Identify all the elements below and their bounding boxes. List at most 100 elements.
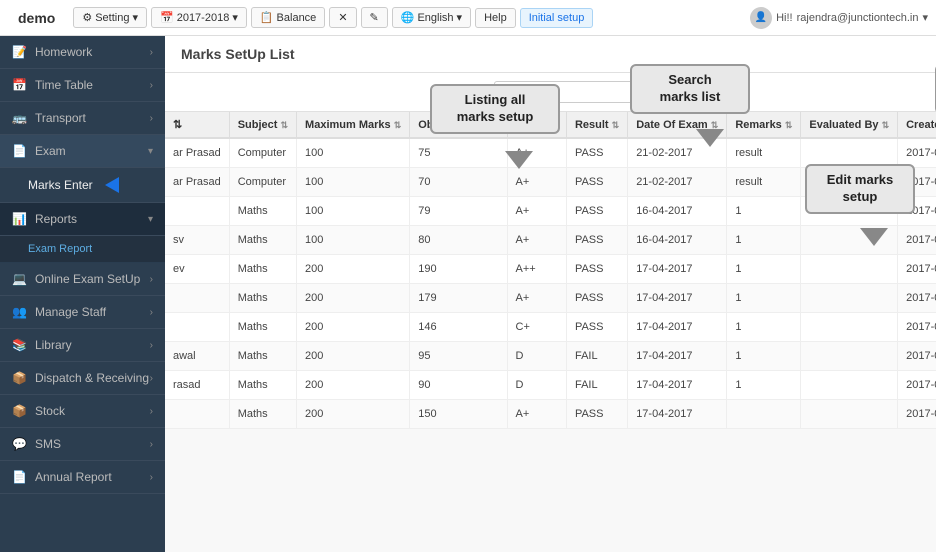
- table-cell: [801, 400, 898, 429]
- sidebar-item-exam[interactable]: 📄Exam ▾: [0, 135, 165, 168]
- table-cell: sv: [165, 226, 229, 255]
- page-header: Marks SetUp List: [165, 36, 936, 73]
- sidebar-item-transport[interactable]: 🚌Transport ›: [0, 102, 165, 135]
- search-input[interactable]: [494, 81, 654, 103]
- table-cell: [801, 284, 898, 313]
- table-header-row: ⇅ Subject ⇅ Maximum Marks ⇅ Obtain Marks…: [165, 112, 936, 138]
- sidebar-item-exam-report[interactable]: Exam Report: [0, 236, 165, 263]
- initial-setup-button[interactable]: Initial setup: [520, 8, 594, 28]
- setting-button[interactable]: ⚙ Setting ▾: [73, 7, 147, 28]
- table-row: Maths200150A+PASS17-04-20172017-04-17 09…: [165, 400, 936, 429]
- sidebar-item-homework[interactable]: 📝Homework ›: [0, 36, 165, 69]
- table-cell: A+: [507, 226, 566, 255]
- table-row: rasadMaths20090DFAIL17-04-201712017-04-1…: [165, 371, 936, 400]
- table-cell: PASS: [566, 138, 627, 168]
- balance-icon: 📋: [260, 11, 274, 24]
- table-cell: D: [507, 342, 566, 371]
- help-button[interactable]: Help: [475, 8, 516, 28]
- search-bar: Search:: [165, 73, 936, 112]
- table-row: evMaths200190A++PASS17-04-201712017-04-1…: [165, 255, 936, 284]
- table-cell: Maths: [229, 371, 296, 400]
- col-date[interactable]: Date Of Exam ⇅: [628, 112, 727, 138]
- table-cell: 2017-02-21 13:56:23: [898, 168, 936, 197]
- table-cell: 2017-04-17 09:23:17: [898, 255, 936, 284]
- col-grade[interactable]: Grade ⇅: [507, 112, 566, 138]
- table-cell: 200: [297, 371, 410, 400]
- table-row: svMaths10080A+PASS16-04-201712017-04-16 …: [165, 226, 936, 255]
- sidebar-item-library[interactable]: 📚Library ›: [0, 329, 165, 362]
- table-cell: 2017-04-16 07:28:30: [898, 226, 936, 255]
- table-cell: [165, 284, 229, 313]
- table-cell: 146: [410, 313, 507, 342]
- table-cell: 2017-04-17 09:25:35: [898, 400, 936, 429]
- chevron-icon: ›: [150, 373, 153, 384]
- brand-label: demo: [8, 10, 65, 26]
- sidebar-sub-reports: Exam Report: [0, 236, 165, 263]
- table-cell: 100: [297, 226, 410, 255]
- homework-icon: 📝: [12, 45, 27, 59]
- col-max-marks[interactable]: Maximum Marks ⇅: [297, 112, 410, 138]
- table-cell: 150: [410, 400, 507, 429]
- table-cell: 200: [297, 255, 410, 284]
- table-cell: [165, 197, 229, 226]
- sidebar-item-manage-staff[interactable]: 👥Manage Staff ›: [0, 296, 165, 329]
- table-cell: PASS: [566, 284, 627, 313]
- col-obtain-marks[interactable]: Obtain Marks ⇅: [410, 112, 507, 138]
- sidebar-item-stock[interactable]: 📦Stock ›: [0, 395, 165, 428]
- table-cell: 100: [297, 138, 410, 168]
- sidebar-item-marks-enter[interactable]: Marks Enter: [0, 168, 165, 203]
- table-cell: Maths: [229, 197, 296, 226]
- table-cell: [165, 313, 229, 342]
- table-cell: Maths: [229, 255, 296, 284]
- table-cell: 17-04-2017: [628, 284, 727, 313]
- close-button[interactable]: ✕: [329, 7, 356, 28]
- table-row: ar PrasadComputer10070A+PASS21-02-2017re…: [165, 168, 936, 197]
- table-cell: Maths: [229, 400, 296, 429]
- table-cell: PASS: [566, 197, 627, 226]
- table-cell: FAIL: [566, 342, 627, 371]
- table-cell: PASS: [566, 255, 627, 284]
- chevron-icon: ▾: [148, 214, 153, 225]
- col-created[interactable]: Created On ⇅: [898, 112, 936, 138]
- sidebar-item-sms[interactable]: 💬SMS ›: [0, 428, 165, 461]
- table-cell: 70: [410, 168, 507, 197]
- table-cell: Maths: [229, 226, 296, 255]
- col-evaluated[interactable]: Evaluated By ⇅: [801, 112, 898, 138]
- table-cell: [801, 197, 898, 226]
- reports-label: Reports: [35, 212, 77, 226]
- table-cell: ar Prasad: [165, 168, 229, 197]
- col-result[interactable]: Result ⇅: [566, 112, 627, 138]
- chevron-down-icon: ▾: [132, 11, 138, 24]
- sidebar-item-online-exam[interactable]: 💻Online Exam SetUp ›: [0, 263, 165, 296]
- language-button[interactable]: 🌐 English ▾: [392, 7, 471, 28]
- table-cell: A+: [507, 138, 566, 168]
- marks-enter-label: Marks Enter: [28, 178, 93, 192]
- table-cell: ev: [165, 255, 229, 284]
- table-cell: 100: [297, 168, 410, 197]
- sidebar-item-dispatch[interactable]: 📦Dispatch & Receiving ›: [0, 362, 165, 395]
- reports-icon: 📊: [12, 212, 27, 226]
- balance-button[interactable]: 📋 Balance: [251, 7, 325, 28]
- col-remarks[interactable]: Remarks ⇅: [727, 112, 801, 138]
- table-cell: result: [727, 168, 801, 197]
- table-cell: A+: [507, 168, 566, 197]
- col-sort[interactable]: ⇅: [165, 112, 229, 138]
- col-subject[interactable]: Subject ⇅: [229, 112, 296, 138]
- year-button[interactable]: 📅 2017-2018 ▾: [151, 7, 247, 28]
- sidebar-item-timetable[interactable]: 📅Time Table ›: [0, 69, 165, 102]
- sidebar-item-annual-report[interactable]: 📄Annual Report ›: [0, 461, 165, 494]
- sidebar-item-reports[interactable]: 📊 Reports ▾: [0, 203, 165, 236]
- table-cell: 17-04-2017: [628, 255, 727, 284]
- table-cell: [801, 313, 898, 342]
- table-cell: 2017-04-17 09:23:18: [898, 284, 936, 313]
- active-indicator-arrow: [105, 177, 119, 193]
- edit-button[interactable]: ✎: [361, 7, 388, 28]
- table-cell: 200: [297, 342, 410, 371]
- table-cell: 17-04-2017: [628, 371, 727, 400]
- stock-icon: 📦: [12, 404, 27, 418]
- table-cell: [801, 255, 898, 284]
- table-row: Maths10079A+PASS16-04-201712017-04-16 07…: [165, 197, 936, 226]
- table-row: ar PrasadComputer10075A+PASS21-02-2017re…: [165, 138, 936, 168]
- dispatch-icon: 📦: [12, 371, 27, 385]
- chevron-icon: ▾: [148, 146, 153, 157]
